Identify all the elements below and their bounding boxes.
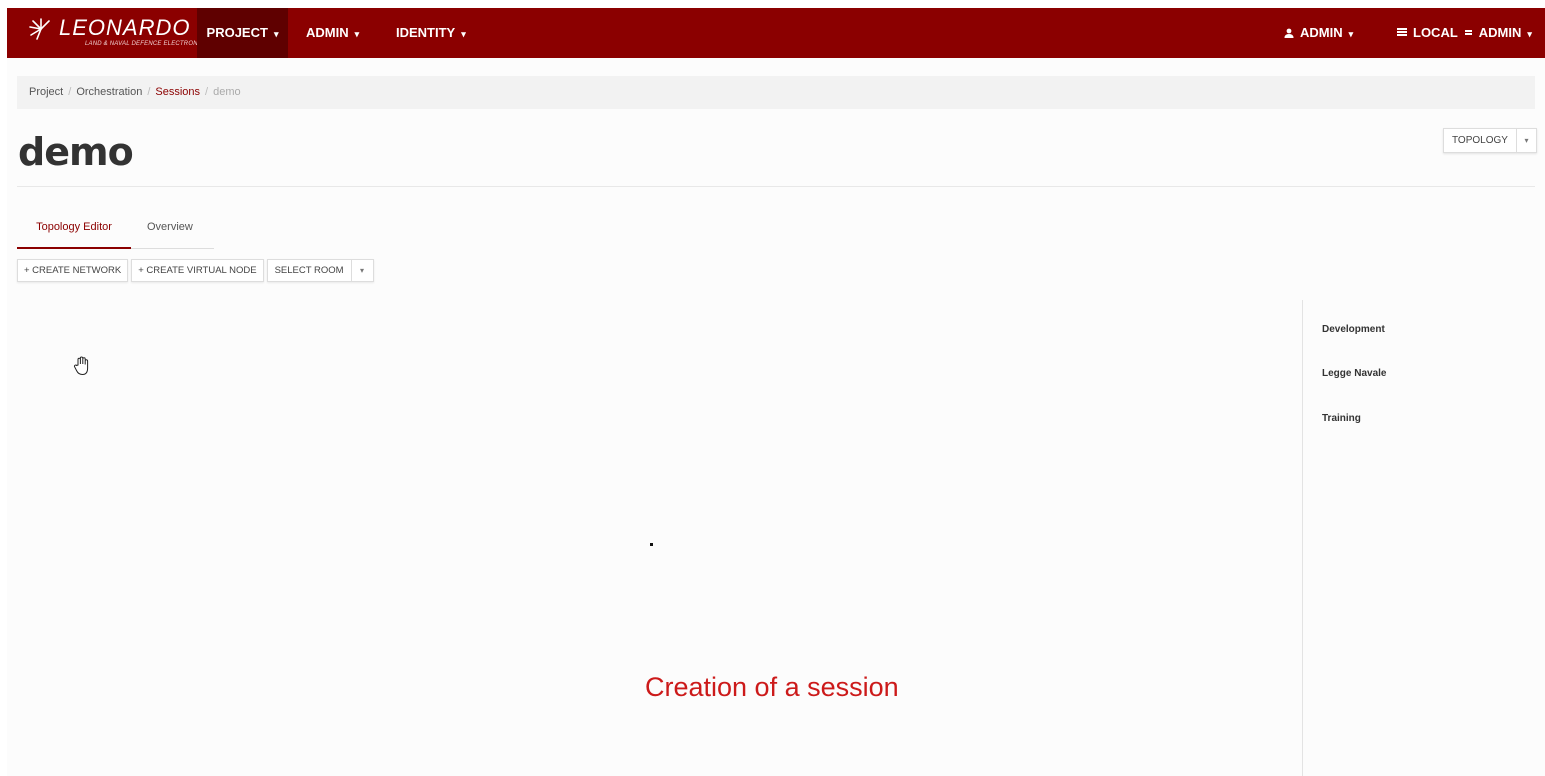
breadcrumb-sessions[interactable]: Sessions	[155, 86, 200, 98]
view-selector-label: TOPOLOGY	[1444, 129, 1517, 152]
breadcrumb-separator: /	[205, 86, 209, 98]
nav-identity-label: IDENTITY	[396, 25, 456, 40]
region-domain-label: LOCAL	[1413, 25, 1458, 40]
list-icon	[1397, 28, 1407, 36]
app-window: LEONARDO LAND & NAVAL DEFENCE ELECTRONIC…	[7, 8, 1545, 776]
user-icon	[1284, 28, 1294, 38]
region-project-label: ADMIN	[1478, 25, 1522, 40]
room-item-legge-navale[interactable]: Legge Navale	[1322, 368, 1386, 379]
title-divider	[17, 186, 1535, 187]
topology-canvas[interactable]	[7, 296, 1302, 776]
topology-toolbar: + CREATE NETWORK + CREATE VIRTUAL NODE S…	[17, 259, 374, 282]
tab-bar: Topology Editor Overview	[17, 214, 214, 249]
view-selector-dropdown[interactable]: TOPOLOGY ▾	[1443, 128, 1537, 153]
create-virtual-node-button[interactable]: + CREATE VIRTUAL NODE	[131, 259, 264, 282]
nav-project-menu[interactable]: PROJECT ▾	[197, 8, 288, 58]
region-menu[interactable]: LOCAL ADMIN ▾	[1397, 8, 1532, 58]
chevron-down-icon: ▾	[273, 29, 279, 39]
nav-admin-label: ADMIN	[306, 25, 349, 40]
breadcrumb-separator: /	[147, 86, 151, 98]
room-item-development[interactable]: Development	[1322, 324, 1385, 335]
chevron-down-icon[interactable]: ▾	[1517, 136, 1536, 145]
chevron-down-icon: ▾	[354, 29, 360, 39]
breadcrumb-separator: /	[68, 86, 72, 98]
page-title: demo	[18, 130, 134, 174]
tab-topology-editor[interactable]: Topology Editor	[17, 214, 131, 249]
video-caption: Creation of a session	[645, 672, 899, 702]
brand-logo[interactable]: LEONARDO LAND & NAVAL DEFENCE ELECTRONIC…	[27, 14, 208, 52]
breadcrumb-project[interactable]: Project	[29, 86, 63, 98]
user-menu[interactable]: ADMIN ▾	[1284, 8, 1353, 58]
nav-identity-menu[interactable]: IDENTITY ▾	[396, 8, 466, 58]
separator-icon	[1464, 30, 1472, 35]
brand-name: LEONARDO	[59, 15, 191, 40]
screen-frame: LEONARDO LAND & NAVAL DEFENCE ELECTRONIC…	[0, 0, 1545, 776]
rooms-panel: Development Legge Navale Training	[1302, 300, 1545, 776]
select-room-label: SELECT ROOM	[268, 260, 352, 281]
chevron-down-icon[interactable]: ▾	[352, 260, 373, 281]
nav-project-label: PROJECT	[206, 25, 268, 40]
chevron-down-icon: ▾	[461, 29, 466, 39]
breadcrumb-orchestration[interactable]: Orchestration	[76, 86, 142, 98]
breadcrumb-current: demo	[213, 86, 241, 98]
hand-cursor-icon	[74, 356, 89, 376]
select-room-dropdown[interactable]: SELECT ROOM ▾	[266, 259, 374, 282]
top-navbar: LEONARDO LAND & NAVAL DEFENCE ELECTRONIC…	[7, 8, 1545, 58]
tab-overview[interactable]: Overview	[147, 214, 193, 249]
leonardo-logo-icon	[29, 18, 50, 40]
chevron-down-icon: ▾	[1348, 29, 1354, 39]
chevron-down-icon: ▾	[1527, 29, 1532, 39]
room-item-training[interactable]: Training	[1322, 413, 1361, 424]
brand-subtitle: LAND & NAVAL DEFENCE ELECTRONICS	[85, 41, 209, 47]
user-menu-label: ADMIN	[1300, 25, 1343, 40]
nav-admin-menu[interactable]: ADMIN ▾	[306, 8, 359, 58]
topology-node-point[interactable]	[650, 543, 653, 546]
create-network-button[interactable]: + CREATE NETWORK	[17, 259, 129, 282]
breadcrumb: Project / Orchestration / Sessions / demo	[17, 76, 1535, 109]
